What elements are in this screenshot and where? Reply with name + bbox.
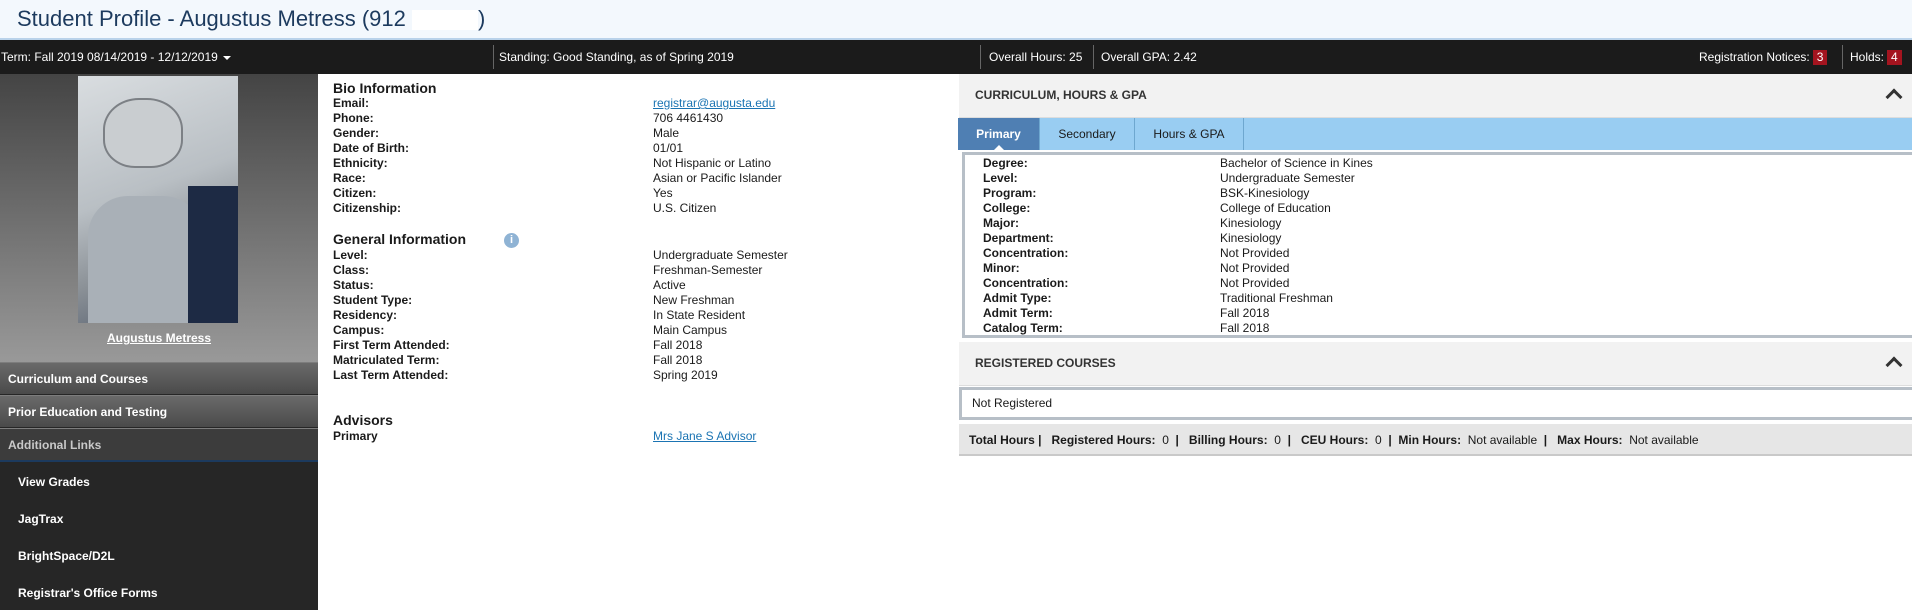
bio-row: Email: registrar@augusta.edu [333,96,776,110]
chevron-up-icon[interactable] [1885,88,1903,106]
bio-row: Citizenship: U.S. Citizen [333,201,717,215]
general-section-title: General Information i [333,231,519,248]
curriculum-details: Degree: Bachelor of Science in Kines Leve… [962,152,1912,338]
link-jagtrax[interactable]: JagTrax [18,512,63,526]
right-panels: CURRICULUM, HOURS & GPA Primary Secondar… [958,74,1912,610]
caret-down-icon [222,55,231,60]
curriculum-row: Catalog Term: Fall 2018 [983,321,1270,335]
registered-panel-title: REGISTERED COURSES [975,356,1116,370]
general-row: Last Term Attended: Spring 2019 [333,368,718,382]
general-row: First Term Attended: Fall 2018 [333,338,703,352]
bio-row: Date of Birth: 01/01 [333,141,684,155]
info-bar: Term: Fall 2019 08/14/2019 - 12/12/2019 … [0,40,1912,74]
curriculum-panel-header[interactable]: CURRICULUM, HOURS & GPA [959,74,1912,118]
bio-row: Ethnicity: Not Hispanic or Latino [333,156,772,170]
profile-card: Augustus Metress [0,74,318,362]
curriculum-row: Major: Kinesiology [983,216,1282,230]
info-icon[interactable]: i [504,233,519,248]
bio-row: Gender: Male [333,126,680,140]
curriculum-row: Degree: Bachelor of Science in Kines [983,156,1373,170]
page-header: Student Profile - Augustus Metress (912 … [0,0,1912,40]
bio-section-title: Bio Information [333,80,437,96]
registration-status: Not Registered [959,387,1912,420]
general-row: Status: Active [333,278,686,292]
divider [1093,45,1094,69]
sidebar: Augustus Metress Curriculum and Courses … [0,74,318,610]
email-link[interactable]: registrar@augusta.edu [653,96,775,110]
bio-row: Citizen: Yes [333,186,673,200]
curriculum-row: College: College of Education [983,201,1331,215]
curriculum-row: Concentration: Not Provided [983,276,1290,290]
registration-notices[interactable]: Registration Notices: 3 [1699,40,1828,74]
bio-row: Race: Asian or Pacific Islander [333,171,782,185]
curriculum-tabs: Primary Secondary Hours & GPA [958,118,1912,151]
curriculum-row: Concentration: Not Provided [983,246,1290,260]
hours-summary: Total Hours | Registered Hours: 0 | Bill… [959,424,1912,456]
curriculum-row: Level: Undergraduate Semester [983,171,1355,185]
overall-hours: Overall Hours: 25 [989,50,1083,64]
divider [980,45,981,69]
curriculum-row: Admit Type: Traditional Freshman [983,291,1333,305]
bio-row: Phone: 706 4461430 [333,111,724,125]
tab-secondary[interactable]: Secondary [1040,118,1135,150]
tab-hours-gpa[interactable]: Hours & GPA [1135,118,1244,150]
curriculum-row: Program: BSK-Kinesiology [983,186,1310,200]
link-view-grades[interactable]: View Grades [18,475,90,489]
registered-panel-header[interactable]: REGISTERED COURSES [959,342,1912,386]
curriculum-row: Admit Term: Fall 2018 [983,306,1270,320]
link-brightspace[interactable]: BrightSpace/D2L [18,549,115,563]
tab-primary[interactable]: Primary [958,118,1040,151]
curriculum-row: Minor: Not Provided [983,261,1290,275]
student-name-link[interactable]: Augustus Metress [0,331,318,345]
standing-text: Standing: Good Standing, as of Spring 20… [499,50,734,64]
nav-additional-links[interactable]: Additional Links [0,428,318,462]
advisor-link[interactable]: Mrs Jane S Advisor [653,429,756,443]
term-selector[interactable]: Term: Fall 2019 08/14/2019 - 12/12/2019 [1,40,231,74]
student-photo [78,76,238,323]
divider [493,45,494,69]
overall-gpa: Overall GPA: 2.42 [1101,50,1197,64]
general-row: Residency: In State Resident [333,308,746,322]
holds-count-badge: 4 [1887,50,1902,65]
advisor-row: Primary Mrs Jane S Advisor [333,429,757,443]
general-row: Student Type: New Freshman [333,293,735,307]
curriculum-row: Department: Kinesiology [983,231,1282,245]
link-registrar-forms[interactable]: Registrar's Office Forms [18,586,158,600]
nav-curriculum-and-courses[interactable]: Curriculum and Courses [0,362,318,394]
chevron-up-icon[interactable] [1885,356,1903,374]
curriculum-panel-title: CURRICULUM, HOURS & GPA [975,88,1147,102]
divider [1842,45,1843,69]
general-row: Class: Freshman-Semester [333,263,763,277]
redacted-id [412,10,478,31]
holds[interactable]: Holds: 4 [1850,40,1902,74]
general-row: Campus: Main Campus [333,323,728,337]
general-row: Level: Undergraduate Semester [333,248,788,262]
bio-panel: Bio Information Email: registrar@augusta.… [318,74,958,610]
page-title: Student Profile - Augustus Metress (912 … [17,6,486,31]
nav-prior-education-and-testing[interactable]: Prior Education and Testing [0,395,318,427]
general-row: Matriculated Term: Fall 2018 [333,353,703,367]
advisors-section-title: Advisors [333,412,393,428]
notices-count-badge: 3 [1812,50,1828,65]
